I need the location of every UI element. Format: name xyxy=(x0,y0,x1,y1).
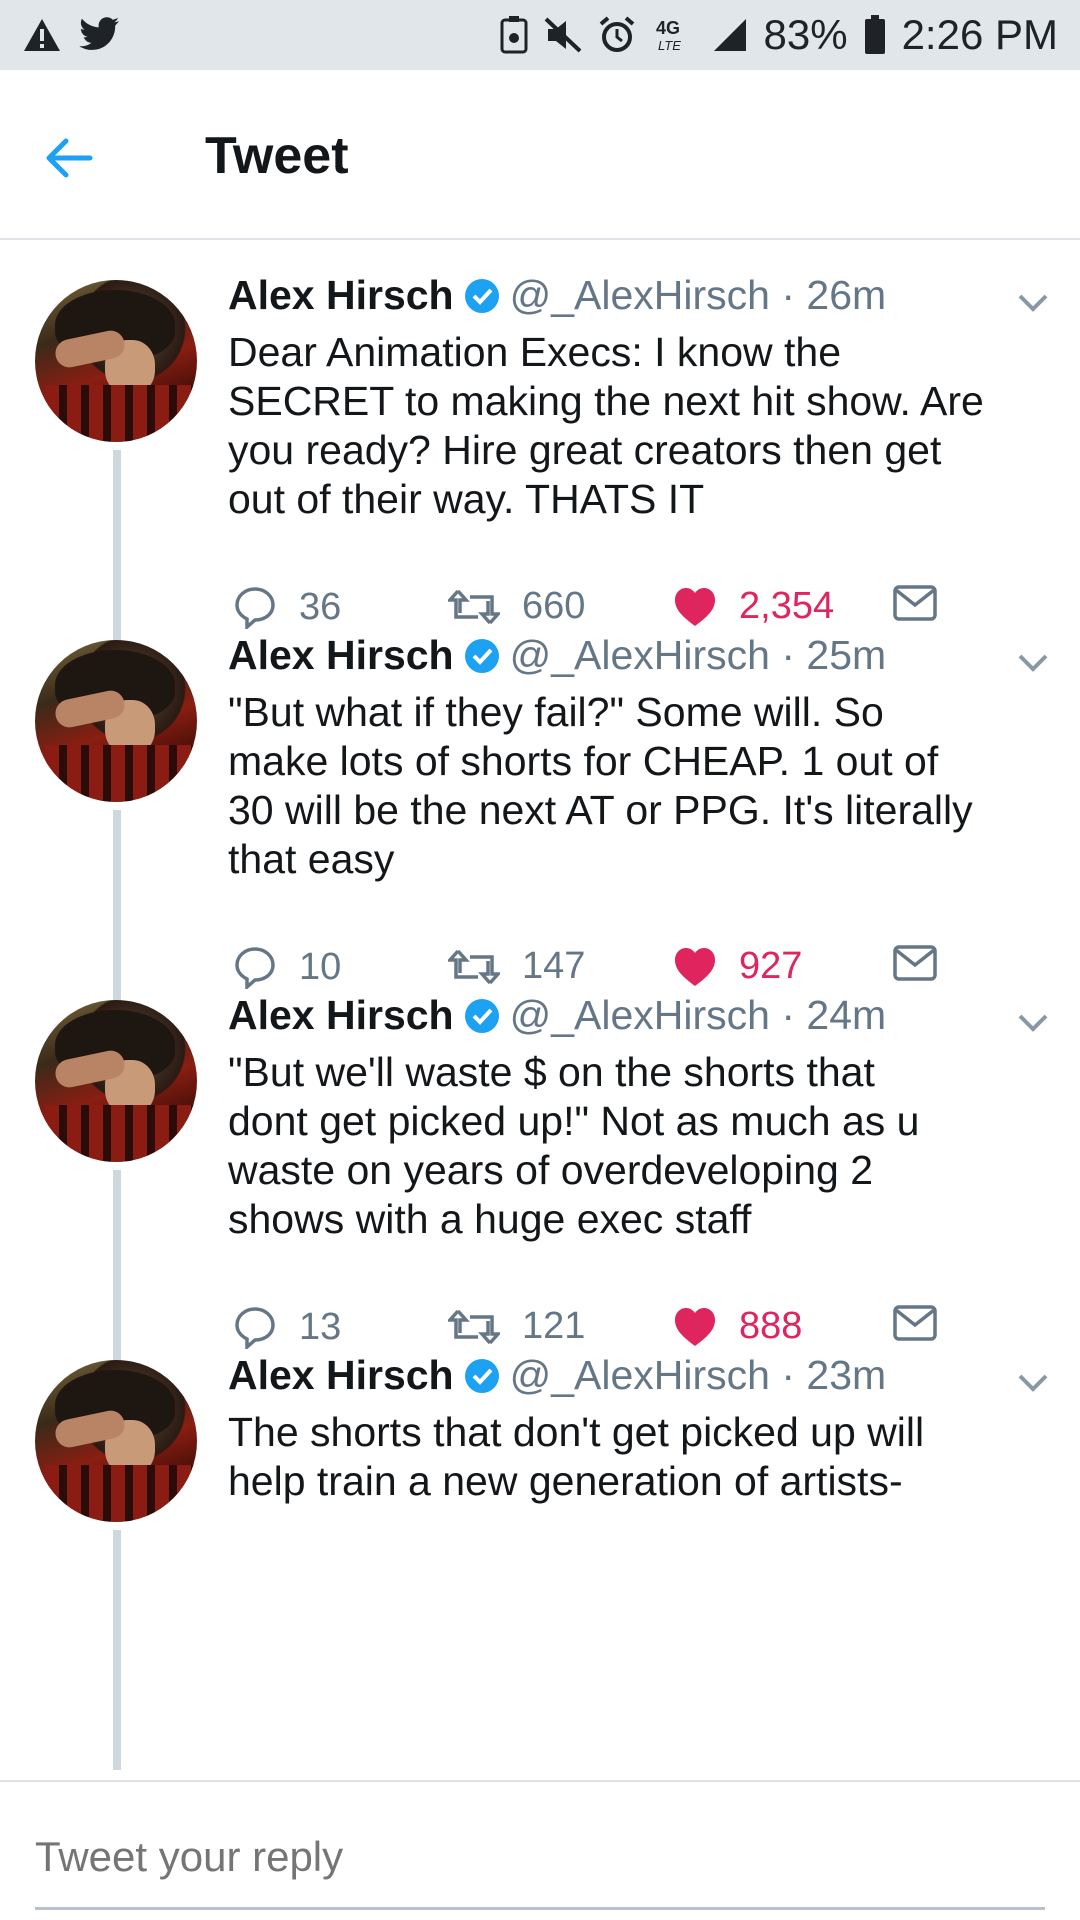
verified-badge-icon xyxy=(464,998,500,1034)
alert-icon xyxy=(22,17,62,53)
mute-icon xyxy=(544,17,582,53)
back-arrow-icon xyxy=(46,138,93,178)
verified-badge-icon xyxy=(464,278,500,314)
tweet-thread[interactable]: Alex Hirsch @_AlexHirsch · 26m Dear Anim… xyxy=(0,240,1080,1780)
author-name[interactable]: Alex Hirsch xyxy=(228,992,454,1039)
svg-text:4G: 4G xyxy=(656,18,680,38)
tweet-text: "But we'll waste $ on the shorts that do… xyxy=(228,1049,920,1242)
tweet-item[interactable]: Alex Hirsch @_AlexHirsch · 23m The short… xyxy=(0,1320,1080,1770)
signal-icon xyxy=(712,17,748,53)
chevron-down-icon[interactable] xyxy=(1016,1372,1050,1399)
thread-connector xyxy=(113,1530,121,1770)
chevron-down-icon[interactable] xyxy=(1016,292,1050,319)
avatar[interactable] xyxy=(35,1360,197,1522)
handle-timestamp: @_AlexHirsch · 26m xyxy=(509,272,887,318)
avatar[interactable] xyxy=(35,1000,197,1162)
tweet-text: The shorts that don't get picked up will… xyxy=(228,1409,925,1504)
reply-underline xyxy=(35,1907,1045,1910)
avatar[interactable] xyxy=(35,640,197,802)
chevron-down-icon[interactable] xyxy=(1016,652,1050,679)
author-name[interactable]: Alex Hirsch xyxy=(228,272,454,319)
status-bar: 4G LTE 83% 2:26 PM xyxy=(0,0,1080,70)
status-bar-right: 4G LTE 83% 2:26 PM xyxy=(500,11,1058,59)
avatar[interactable] xyxy=(35,280,197,442)
alarm-lock-icon xyxy=(500,16,528,54)
handle-timestamp: @_AlexHirsch · 24m xyxy=(509,992,887,1038)
svg-text:LTE: LTE xyxy=(658,38,681,53)
author-name[interactable]: Alex Hirsch xyxy=(228,1352,454,1399)
tweet-text: "But what if they fail?" Some will. So m… xyxy=(228,689,973,882)
reply-input[interactable] xyxy=(35,1822,1045,1892)
verified-badge-icon xyxy=(464,638,500,674)
tweet-header: Alex Hirsch @_AlexHirsch · 23m xyxy=(228,1352,886,1399)
page-title: Tweet xyxy=(205,127,349,185)
tweet-text: Dear Animation Execs: I know the SECRET … xyxy=(228,329,984,522)
battery-percent: 83% xyxy=(763,11,848,58)
status-bar-left xyxy=(22,17,120,53)
tweet-header: Alex Hirsch @_AlexHirsch · 24m xyxy=(228,992,886,1039)
alarm-icon xyxy=(598,16,636,54)
tweet-header: Alex Hirsch @_AlexHirsch · 26m xyxy=(228,272,886,319)
twitter-bird-icon xyxy=(78,17,120,53)
handle-timestamp: @_AlexHirsch · 25m xyxy=(509,632,887,678)
author-name[interactable]: Alex Hirsch xyxy=(228,632,454,679)
battery-icon xyxy=(864,15,886,55)
tweet-header: Alex Hirsch @_AlexHirsch · 25m xyxy=(228,632,886,679)
lte-icon: 4G LTE xyxy=(652,16,696,54)
verified-badge-icon xyxy=(464,1358,500,1394)
top-app-bar: Tweet xyxy=(0,70,1080,240)
handle-timestamp: @_AlexHirsch · 23m xyxy=(509,1352,887,1398)
reply-bar xyxy=(0,1780,1080,1920)
chevron-down-icon[interactable] xyxy=(1016,1012,1050,1039)
back-button[interactable] xyxy=(40,128,100,188)
clock: 2:26 PM xyxy=(901,11,1058,58)
